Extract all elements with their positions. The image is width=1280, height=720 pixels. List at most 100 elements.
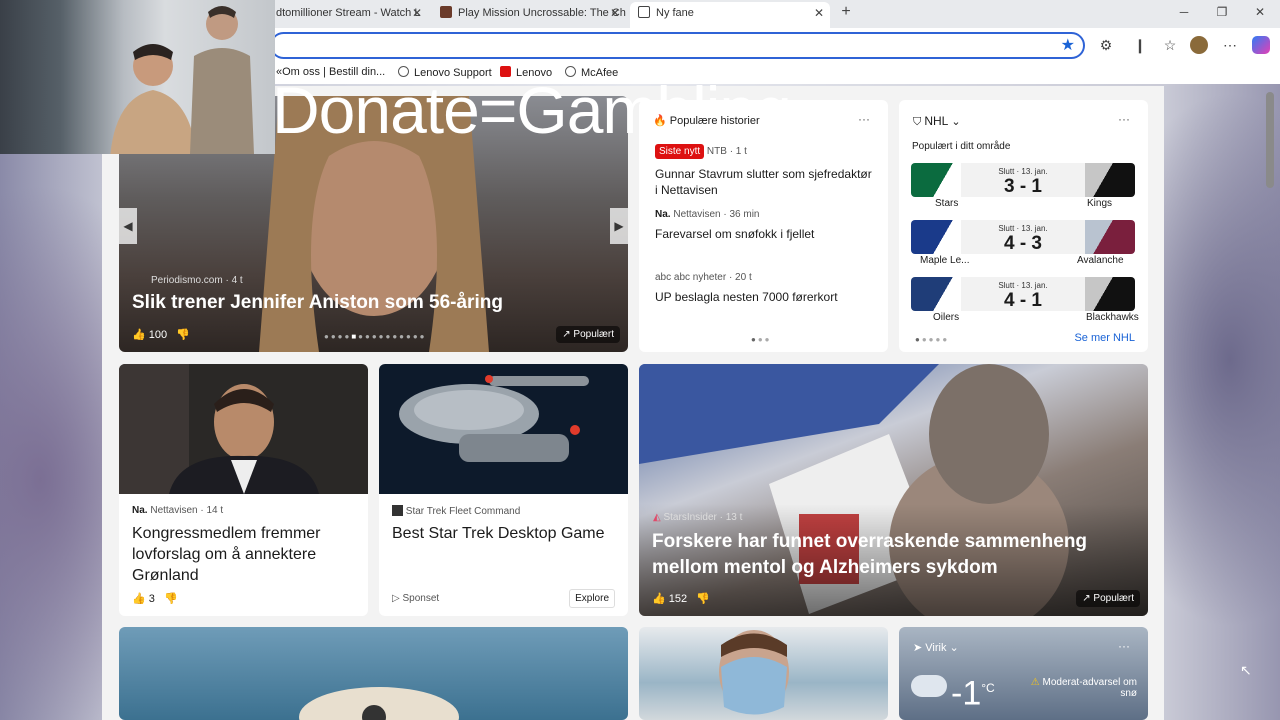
news-item-title[interactable]: Gunnar Stavrum slutter som sjefredaktør … [655,166,877,198]
game-row[interactable]: Slutt · 13. jan. 4 - 1 [911,277,1135,311]
article-title[interactable]: Best Star Trek Desktop Game [392,523,614,544]
more-options-icon[interactable]: ··· [858,112,870,126]
news-meta: Siste nytt NTB · 1 t [655,144,747,159]
nhl-card: ⛉ NHL ⌄ ··· Populært i ditt område Slutt… [899,100,1148,352]
article-meta: Star Trek Fleet Command [392,505,520,517]
see-more-nhl-link[interactable]: Se mer NHL [1074,332,1135,344]
game-status: Slutt · 13. jan. [998,281,1048,290]
mouse-cursor-icon: ↖ [1240,662,1252,678]
split-icon[interactable]: ❙ [1131,36,1149,54]
hero-title[interactable]: Slik trener Jennifer Aniston som 56-årin… [132,292,503,314]
game-row[interactable]: Slutt · 13. jan. 3 - 1 [911,163,1135,197]
close-icon[interactable]: ✕ [412,2,422,24]
chevron-down-icon: ⌄ [949,642,959,654]
temperature: -1°C [951,674,995,713]
news-meta: abc abc nyheter · 20 t [655,272,752,283]
top-stories-header: 🔥 Populære historier [653,115,760,127]
game-score: 4 - 3 [1003,233,1043,254]
chevron-down-icon: ⌄ [951,116,961,128]
new-tab-button[interactable]: + [836,3,856,21]
like-button[interactable]: 👍 3 👎 [132,592,178,605]
popular-badge: ↗ Populært [1076,590,1140,607]
scrollbar-thumb[interactable] [1266,92,1274,188]
tab-label: Ny fane [656,7,694,19]
article-meta: ◭ StarsInsider · 13 t [653,512,743,523]
copilot-icon[interactable] [1252,36,1270,54]
popular-badge: ↗ Populært [556,326,620,343]
tab-mission[interactable]: Play Mission Uncrossable: The Ch ✕ [436,2,626,28]
article-image [119,364,368,494]
article-title[interactable]: Forskere har funnet overraskende sammenh… [652,529,1122,581]
profile-avatar[interactable] [1190,36,1208,54]
weather-card[interactable]: ➤ Virik ⌄ ··· -1°C ⚠ Moderat-advarsel om… [899,627,1148,720]
hero-source: Periodismo.com · 4 t [151,275,243,286]
like-button[interactable]: 👍 152 👎 [652,592,710,605]
article-image [299,687,459,720]
article-meta: Na. Nettavisen · 14 t [132,505,224,516]
more-options-icon[interactable]: ··· [1118,112,1130,126]
game-status: Slutt · 13. jan. [998,167,1048,176]
game-row[interactable]: Slutt · 13. jan. 4 - 3 [911,220,1135,254]
team-logo [911,163,961,197]
carousel-prev-button[interactable]: ◀ [119,208,137,244]
carousel-next-button[interactable]: ▶ [610,208,628,244]
favorite-star-icon[interactable]: ★ [1061,35,1075,55]
tab-new[interactable]: Ny fane ✕ [630,2,830,28]
team-logo [911,277,961,311]
close-icon[interactable]: ✕ [814,2,824,24]
team-name: Kings [1087,198,1113,209]
breaking-badge: Siste nytt [655,144,705,159]
weather-location[interactable]: ➤ Virik ⌄ [913,641,959,654]
game-status: Slutt · 13. jan. [998,224,1048,233]
game-score: 4 - 1 [1003,290,1043,311]
sponsored-label: ▷ Sponset [392,593,440,604]
flame-icon: 🔥 [653,115,667,127]
location-arrow-icon: ➤ [913,642,923,654]
news-meta: Na. Nettavisen · 36 min [655,209,760,220]
article-title[interactable]: Kongressmedlem fremmer lovforslag om å a… [132,523,354,586]
team-name: Avalanche [1077,255,1124,266]
featured-card[interactable]: ◭ StarsInsider · 13 t Forskere har funne… [639,364,1148,616]
sponsored-card[interactable]: Star Trek Fleet Command Best Star Trek D… [379,364,628,616]
article-image [719,630,789,715]
news-item-title[interactable]: UP beslagla nesten 7000 førerkort [655,289,877,305]
team-logo [911,220,961,254]
explore-button[interactable]: Explore [569,589,615,608]
top-stories-card: 🔥 Populære historier ··· Siste nytt NTB … [639,100,888,352]
team-logo [1085,277,1135,311]
restore-icon[interactable]: ❐ [1212,5,1232,19]
news-card[interactable] [119,627,628,720]
favorites-icon[interactable]: ☆ [1161,36,1179,54]
news-card[interactable]: Na. Nettavisen · 14 t Kongressmedlem fre… [119,364,368,616]
carousel-dots[interactable]: ●●●●■●●●●●●●●●● [324,332,427,341]
webcam-overlay [0,0,275,154]
game-icon [440,6,452,18]
team-name: Maple Le... [920,255,970,266]
close-icon[interactable]: ✕ [610,2,620,24]
team-logo [1085,220,1135,254]
tab-label: dtomillioner Stream - Watch L [276,7,421,19]
pager-dots[interactable]: ●●●●● [915,335,949,344]
address-bar[interactable]: ★ [270,32,1085,59]
nhl-subtitle: Populært i ditt område [912,141,1011,152]
nhl-header[interactable]: ⛉ NHL ⌄ [913,114,961,129]
weather-alert[interactable]: ⚠ Moderat-advarsel om snø [1027,677,1137,699]
more-icon[interactable]: ⋯ [1221,36,1239,54]
close-window-icon[interactable]: ✕ [1250,5,1270,19]
extensions-icon[interactable]: ⚙ [1097,36,1115,54]
more-options-icon[interactable]: ··· [1118,639,1130,653]
minimize-icon[interactable]: ─ [1174,5,1194,19]
news-card[interactable] [639,627,888,720]
person-image [190,6,254,154]
nhl-logo-icon: ⛉ [913,116,922,128]
team-name: Oilers [933,312,960,323]
pager-dots[interactable]: ●●● [751,335,772,344]
news-item-title[interactable]: Farevarsel om snøfokk i fjellet [655,226,877,242]
tab-stream[interactable]: dtomillioner Stream - Watch L ✕ [276,2,428,28]
cloud-icon [911,675,947,697]
advertiser-logo [392,505,403,516]
new-tab-icon [638,6,650,18]
scrollbar[interactable] [1266,88,1274,720]
like-button[interactable]: 👍 100 👎 [132,328,190,341]
source-logo-icon: ◭ [653,512,661,523]
